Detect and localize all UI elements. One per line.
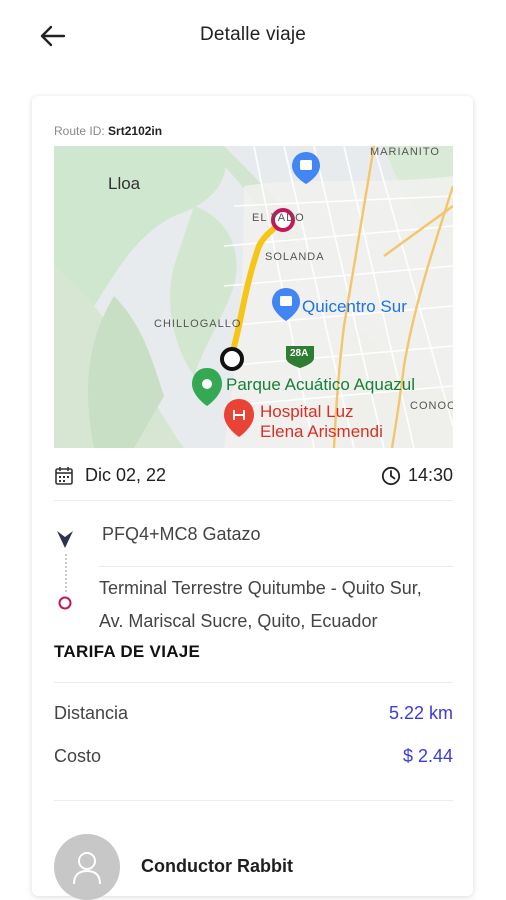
map-label-conoc: CONOC bbox=[410, 400, 453, 412]
distance-value: 5.22 km bbox=[388, 703, 453, 723]
route-id-value: Srt2102in bbox=[108, 124, 163, 138]
divider bbox=[54, 800, 453, 801]
cost-value: $ 2.44 bbox=[402, 746, 453, 766]
divider bbox=[54, 500, 453, 501]
origin-arrow-icon bbox=[57, 531, 73, 548]
fare-section-title: TARIFA DE VIAJE bbox=[54, 642, 201, 661]
date-time-row: Dic 02, 22 14:30 bbox=[54, 462, 453, 490]
origin-marker bbox=[220, 347, 244, 371]
map-label-lloa: Lloa bbox=[108, 174, 141, 193]
cost-label: Costo bbox=[54, 746, 102, 766]
trip-detail-card: Route ID: Srt2102in MARIANITO Lloa EL TA… bbox=[32, 96, 473, 900]
distance-label: Distancia bbox=[54, 703, 129, 723]
driver-name: Conductor Rabbit bbox=[141, 856, 293, 876]
trip-time: 14:30 bbox=[407, 465, 453, 485]
route-map[interactable]: MARIANITO Lloa EL TADO SOLANDA Quicentro… bbox=[54, 146, 453, 448]
origin-address: PFQ4+MC8 Gatazo bbox=[102, 524, 261, 544]
destination-line-2: Av. Mariscal Sucre, Quito, Ecuador bbox=[99, 611, 378, 631]
map-label-solanda: SOLANDA bbox=[265, 251, 325, 263]
destination-circle-icon bbox=[58, 596, 72, 610]
map-label-parque: Parque Acuático Aquazul bbox=[226, 375, 416, 394]
route-connector bbox=[65, 554, 67, 592]
route-id: Route ID: Srt2102in bbox=[54, 124, 162, 138]
destination-address: Terminal Terrestre Quitumbe - Quito Sur,… bbox=[99, 572, 459, 638]
trip-date: Dic 02, 22 bbox=[85, 465, 167, 485]
page-title: Detalle viaje bbox=[199, 24, 307, 45]
destination-line-1: Terminal Terrestre Quitumbe - Quito Sur, bbox=[99, 578, 422, 598]
top-bar: Detalle viaje bbox=[0, 0, 506, 72]
map-label-el-tado: EL TADO bbox=[252, 212, 305, 224]
map-label-chillogallo: CHILLOGALLO bbox=[154, 318, 242, 330]
map-label-28a: 28A bbox=[290, 348, 309, 359]
map-label-hospital-line2: Elena Arismendi bbox=[260, 422, 383, 441]
divider bbox=[99, 566, 453, 567]
user-icon bbox=[73, 852, 101, 885]
route-id-label: Route ID: bbox=[54, 124, 105, 138]
map-label-hospital-line1: Hospital Luz bbox=[260, 402, 354, 421]
map-label-quicentro: Quicentro Sur bbox=[302, 297, 407, 316]
map-label-marianito: MARIANITO bbox=[370, 146, 440, 158]
divider bbox=[54, 682, 453, 683]
clock-icon bbox=[381, 466, 401, 486]
calendar-icon bbox=[55, 467, 73, 485]
driver-avatar[interactable] bbox=[54, 834, 120, 900]
